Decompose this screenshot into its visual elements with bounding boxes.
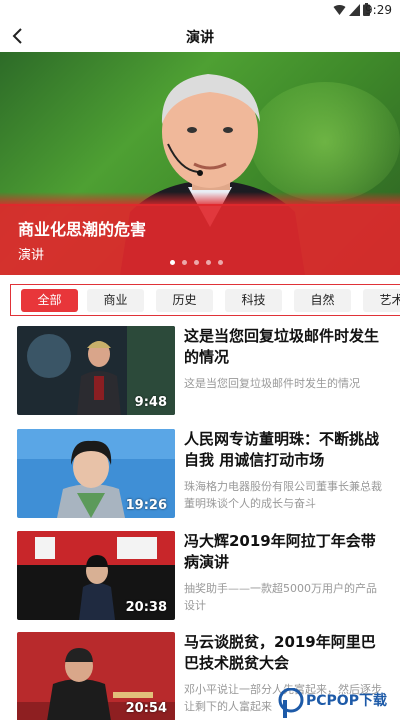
watermark-text: PCPOP下载	[306, 693, 387, 709]
carousel-dot[interactable]	[218, 260, 223, 265]
video-duration: 9:48	[134, 395, 167, 410]
tab-art[interactable]: 艺术	[363, 289, 400, 312]
pcpop-watermark: PCPOP下载	[276, 686, 400, 720]
list-item[interactable]: 19:26 人民网专访董明珠：不断挑战自我 用诚信打动市场 珠海格力电器股份有限…	[0, 429, 400, 521]
video-title[interactable]: 人民网专访董明珠：不断挑战自我 用诚信打动市场	[184, 429, 384, 471]
list-item[interactable]: 9:48 这是当您回复垃圾邮件时发生的情况 这是当您回复垃圾邮件时发生的情况	[0, 326, 400, 418]
video-thumbnail[interactable]: 20:38	[17, 531, 175, 620]
video-duration: 19:26	[125, 498, 167, 513]
banner-title: 商业化思潮的危害	[18, 220, 147, 239]
carousel-dot[interactable]	[170, 260, 175, 265]
tab-business[interactable]: 商业	[87, 289, 144, 312]
video-title[interactable]: 冯大辉2019年阿拉丁年会带病演讲	[184, 531, 384, 573]
top-navbar: 演讲	[0, 20, 400, 52]
video-duration: 20:54	[125, 701, 167, 716]
list-item[interactable]: 20:38 冯大辉2019年阿拉丁年会带病演讲 抽奖助手——一款超5000万用户…	[0, 531, 400, 623]
page-title: 演讲	[186, 30, 214, 46]
tab-technology[interactable]: 科技	[225, 289, 282, 312]
video-description: 抽奖助手——一款超5000万用户的产品设计	[184, 582, 377, 612]
video-thumbnail[interactable]: 19:26	[17, 429, 175, 518]
tab-all[interactable]: 全部	[21, 289, 78, 312]
status-bar: 9:29	[0, 0, 400, 20]
banner-carousel[interactable]: 商业化思潮的危害 演讲	[0, 52, 400, 275]
signal-icon	[349, 4, 360, 16]
video-thumbnail[interactable]: 9:48	[17, 326, 175, 415]
wifi-icon	[333, 5, 346, 15]
video-title[interactable]: 马云谈脱贫，2019年阿里巴巴技术脱贫大会	[184, 632, 384, 674]
video-thumbnail[interactable]: 20:54	[17, 632, 175, 720]
banner-category: 演讲	[18, 248, 45, 263]
carousel-pagination	[170, 260, 223, 268]
video-description: 珠海格力电器股份有限公司董事长兼总裁董明珠谈个人的成长与奋斗	[184, 480, 382, 510]
category-tabs: 全部 商业 历史 科技 自然 艺术	[10, 284, 400, 316]
carousel-dot[interactable]	[182, 260, 187, 265]
carousel-dot[interactable]	[194, 260, 199, 265]
status-time: 9:29	[365, 3, 392, 17]
carousel-dot[interactable]	[206, 260, 211, 265]
video-description: 这是当您回复垃圾邮件时发生的情况	[184, 377, 360, 390]
tab-history[interactable]: 历史	[156, 289, 213, 312]
video-duration: 20:38	[125, 600, 167, 615]
pcpop-logo-icon	[278, 688, 304, 718]
tab-nature[interactable]: 自然	[294, 289, 351, 312]
video-title[interactable]: 这是当您回复垃圾邮件时发生的情况	[184, 326, 384, 368]
